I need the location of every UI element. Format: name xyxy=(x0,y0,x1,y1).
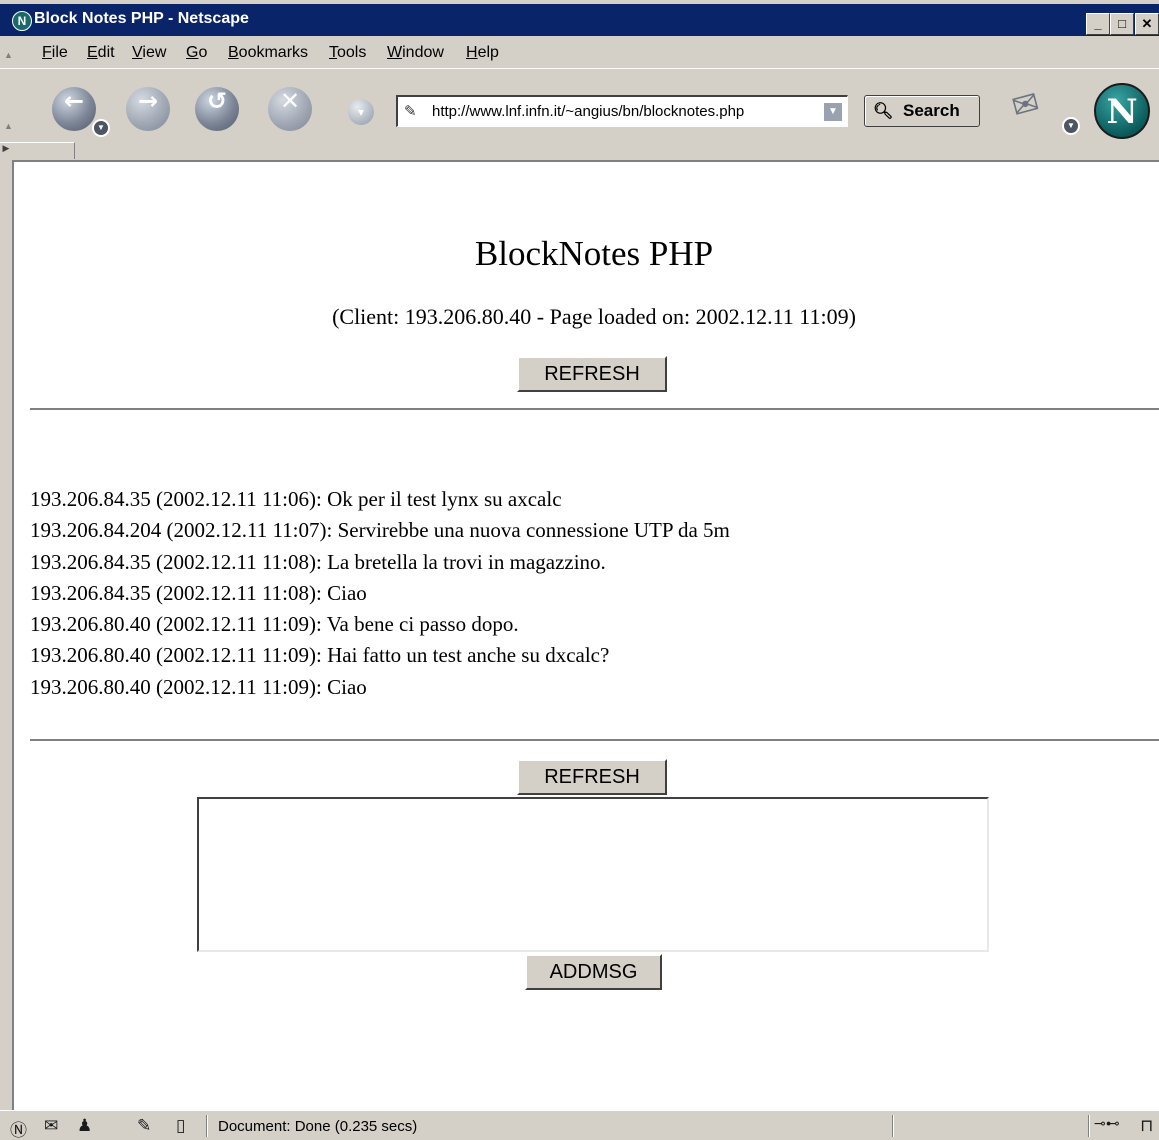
menu-bar: ▲ File Edit View Go Bookmarks Tools Wind… xyxy=(0,36,1159,68)
refresh-button-bottom[interactable]: REFRESH xyxy=(517,759,667,795)
navigation-toolbar: ▲ ← ▼ → ↺ ✕ ▾ ✎ http://www.lnf.infn.it/~… xyxy=(0,68,1159,161)
status-text: Document: Done (0.235 secs) xyxy=(218,1118,418,1135)
sidebar-tab[interactable]: ▶ xyxy=(0,142,75,159)
message-item: 193.206.84.35 (2002.12.11 11:08): Ciao xyxy=(30,580,367,605)
close-button[interactable]: ✕ xyxy=(1135,13,1159,35)
menu-bookmarks[interactable]: Bookmarks xyxy=(228,44,308,62)
message-item: 193.206.84.204 (2002.12.11 11:07): Servi… xyxy=(30,518,730,543)
window-title: Block Notes PHP - Netscape xyxy=(34,10,249,27)
message-item: 193.206.80.40 (2002.12.11 11:09): Hai fa… xyxy=(30,643,610,668)
refresh-button-top[interactable]: REFRESH xyxy=(517,356,667,392)
menu-file[interactable]: File xyxy=(42,44,68,62)
netscape-logo-icon[interactable]: N xyxy=(1094,83,1150,139)
page-title: BlockNotes PHP xyxy=(474,234,714,273)
reload-icon[interactable]: ↺ xyxy=(195,87,239,131)
message-list: 193.206.84.35 (2002.12.11 11:06): Ok per… xyxy=(30,484,730,703)
menu-go[interactable]: Go xyxy=(186,44,207,62)
stop-icon[interactable]: ✕ xyxy=(268,87,312,131)
message-item: 193.206.84.35 (2002.12.11 11:06): Ok per… xyxy=(30,487,562,511)
print-dropdown-icon[interactable]: ▼ xyxy=(1062,117,1080,135)
instant-messenger-icon[interactable]: ♟ xyxy=(77,1116,92,1136)
back-history-dropdown-icon[interactable]: ▼ xyxy=(92,119,110,137)
divider xyxy=(30,408,1159,411)
url-history-dropdown-icon[interactable]: ▾ xyxy=(348,99,374,125)
page-subtitle: (Client: 193.206.80.40 - Page loaded on:… xyxy=(332,304,856,329)
menu-tools[interactable]: Tools xyxy=(329,44,366,62)
maximize-button[interactable]: □ xyxy=(1110,13,1134,35)
title-bar[interactable]: N Block Notes PHP - Netscape _ □ ✕ xyxy=(0,4,1159,36)
menu-window[interactable]: Window xyxy=(387,44,444,62)
search-button[interactable]: 🔍︎ Search xyxy=(864,95,980,127)
url-bar[interactable]: ✎ http://www.lnf.infn.it/~angius/bn/bloc… xyxy=(396,95,848,127)
toolbar-grip-icon[interactable]: ▲ xyxy=(4,50,13,60)
security-lock-icon[interactable]: ⊓ xyxy=(1140,1116,1153,1136)
page-content: BlockNotes PHP (Client: 193.206.80.40 - … xyxy=(12,160,1159,1110)
toolbar-grip-icon[interactable]: ▲ xyxy=(4,121,13,131)
search-icon: 🔍︎ xyxy=(873,101,894,120)
connection-icon[interactable]: ⊸⊷ xyxy=(1094,1116,1120,1132)
message-input[interactable] xyxy=(197,797,989,952)
forward-arrow-icon[interactable]: → xyxy=(126,87,170,131)
status-divider xyxy=(892,1115,894,1137)
message-item: 193.206.84.35 (2002.12.11 11:08): La bre… xyxy=(30,549,606,574)
print-icon[interactable]: ✉ xyxy=(1008,78,1063,129)
status-divider xyxy=(206,1115,208,1137)
navigator-icon[interactable]: Ⓝ xyxy=(10,1116,27,1140)
message-item: 193.206.80.40 (2002.12.11 11:09): Va ben… xyxy=(30,612,519,637)
menu-help[interactable]: Help xyxy=(466,44,499,62)
page-proxy-icon[interactable]: ✎ xyxy=(404,102,417,120)
mail-icon[interactable]: ✉ xyxy=(44,1116,58,1136)
minimize-button[interactable]: _ xyxy=(1086,13,1110,35)
menu-view[interactable]: View xyxy=(132,44,166,62)
composer-icon[interactable]: ✎ xyxy=(137,1116,151,1136)
message-item: 193.206.80.40 (2002.12.11 11:09): Ciao xyxy=(30,674,367,699)
url-text[interactable]: http://www.lnf.infn.it/~angius/bn/blockn… xyxy=(432,103,744,120)
address-book-icon[interactable]: ▯ xyxy=(176,1116,185,1136)
search-label: Search xyxy=(903,101,960,120)
back-arrow-icon[interactable]: ← xyxy=(52,87,96,131)
addmsg-button[interactable]: ADDMSG xyxy=(525,954,662,990)
browser-window: N Block Notes PHP - Netscape _ □ ✕ ▲ Fil… xyxy=(0,0,1159,1140)
netscape-n-icon[interactable]: N xyxy=(12,11,32,31)
status-bar: Ⓝ ✉ ♟ ✎ ▯ Document: Done (0.235 secs) ⊸⊷… xyxy=(0,1110,1159,1140)
url-dropdown-icon[interactable]: ▼ xyxy=(824,103,842,121)
status-divider xyxy=(1088,1115,1090,1137)
menu-edit[interactable]: Edit xyxy=(87,44,115,62)
divider xyxy=(30,739,1159,742)
